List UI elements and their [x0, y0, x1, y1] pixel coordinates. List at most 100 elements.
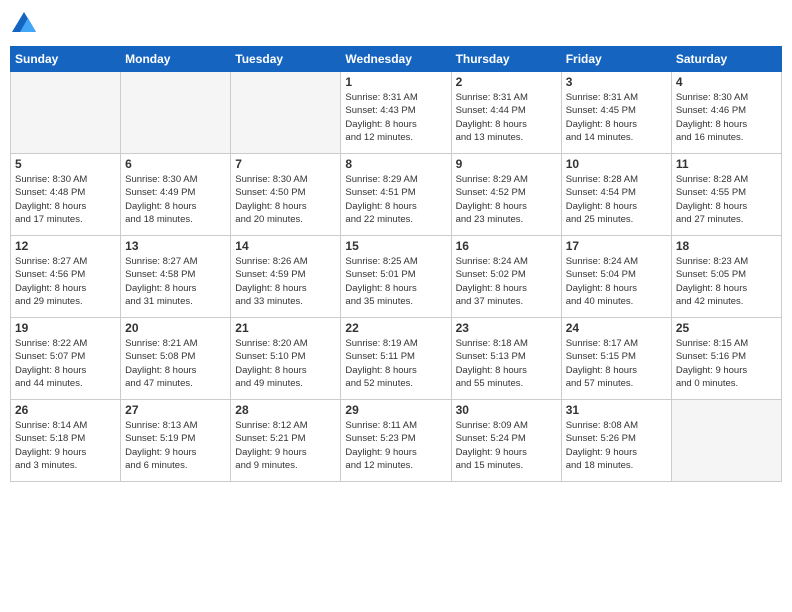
day-number: 22 — [345, 321, 446, 335]
table-row: 25Sunrise: 8:15 AM Sunset: 5:16 PM Dayli… — [671, 318, 781, 400]
table-row: 22 Sunrise: 8:19 AM Sunset: 5:11 PM Dayli… — [341, 318, 451, 400]
weekday-header: Wednesday — [341, 47, 451, 72]
day-info: Sunrise: 8:25 AM Sunset: 5:01 PM Dayligh… — [345, 255, 446, 308]
day-info: Sunrise: 8:08 AM Sunset: 5:26 PM Dayligh… — [566, 419, 667, 472]
day-number: 21 — [235, 321, 336, 335]
table-row: 9 Sunrise: 8:29 AM Sunset: 4:52 PM Daylig… — [451, 154, 561, 236]
day-number: 2 — [456, 75, 557, 89]
day-info: Sunrise: 8:29 AM Sunset: 4:52 PM Dayligh… — [456, 173, 557, 226]
day-number: 23 — [456, 321, 557, 335]
day-info: Sunrise: 8:14 AM Sunset: 5:18 PM Dayligh… — [15, 419, 116, 472]
day-info: Sunrise: 8:11 AM Sunset: 5:23 PM Dayligh… — [345, 419, 446, 472]
day-number: 13 — [125, 239, 226, 253]
weekday-header: Tuesday — [231, 47, 341, 72]
table-row: 3 Sunrise: 8:31 AM Sunset: 4:45 PM Daylig… — [561, 72, 671, 154]
day-info: Sunrise: 8:31 AM Sunset: 4:45 PM Dayligh… — [566, 91, 667, 144]
logo — [10, 10, 42, 38]
logo-icon — [10, 10, 38, 38]
table-row: 5Sunrise: 8:30 AM Sunset: 4:48 PM Daylig… — [11, 154, 121, 236]
day-info: Sunrise: 8:31 AM Sunset: 4:44 PM Dayligh… — [456, 91, 557, 144]
table-row — [671, 400, 781, 482]
table-row: 30Sunrise: 8:09 AM Sunset: 5:24 PM Dayli… — [451, 400, 561, 482]
day-info: Sunrise: 8:31 AM Sunset: 4:43 PM Dayligh… — [345, 91, 446, 144]
table-row: 27 Sunrise: 8:13 AM Sunset: 5:19 PM Dayli… — [121, 400, 231, 482]
weekday-header: Friday — [561, 47, 671, 72]
day-number: 7 — [235, 157, 336, 171]
day-number: 17 — [566, 239, 667, 253]
table-row: 19 Sunrise: 8:22 AM Sunset: 5:07 PM Dayli… — [11, 318, 121, 400]
table-row: 28Sunrise: 8:12 AM Sunset: 5:21 PM Dayli… — [231, 400, 341, 482]
table-row: 15Sunrise: 8:25 AM Sunset: 5:01 PM Dayli… — [341, 236, 451, 318]
day-number: 5 — [15, 157, 116, 171]
table-row: 21 Sunrise: 8:20 AM Sunset: 5:10 PM Dayli… — [231, 318, 341, 400]
day-number: 10 — [566, 157, 667, 171]
day-info: Sunrise: 8:21 AM Sunset: 5:08 PM Dayligh… — [125, 337, 226, 390]
day-info: Sunrise: 8:18 AM Sunset: 5:13 PM Dayligh… — [456, 337, 557, 390]
day-number: 19 — [15, 321, 116, 335]
table-row: 16 Sunrise: 8:24 AM Sunset: 5:02 PM Dayli… — [451, 236, 561, 318]
day-number: 31 — [566, 403, 667, 417]
day-number: 18 — [676, 239, 777, 253]
table-row: 31 Sunrise: 8:08 AM Sunset: 5:26 PM Dayli… — [561, 400, 671, 482]
day-number: 25 — [676, 321, 777, 335]
weekday-header: Thursday — [451, 47, 561, 72]
day-number: 12 — [15, 239, 116, 253]
calendar-table: SundayMondayTuesdayWednesdayThursdayFrid… — [10, 46, 782, 482]
table-row: 24 Sunrise: 8:17 AM Sunset: 5:15 PM Dayli… — [561, 318, 671, 400]
day-info: Sunrise: 8:17 AM Sunset: 5:15 PM Dayligh… — [566, 337, 667, 390]
table-row: 12Sunrise: 8:27 AM Sunset: 4:56 PM Dayli… — [11, 236, 121, 318]
table-row: 4 Sunrise: 8:30 AM Sunset: 4:46 PM Daylig… — [671, 72, 781, 154]
day-info: Sunrise: 8:22 AM Sunset: 5:07 PM Dayligh… — [15, 337, 116, 390]
table-row — [11, 72, 121, 154]
day-number: 3 — [566, 75, 667, 89]
weekday-header: Sunday — [11, 47, 121, 72]
day-number: 4 — [676, 75, 777, 89]
table-row: 13 Sunrise: 8:27 AM Sunset: 4:58 PM Dayli… — [121, 236, 231, 318]
day-info: Sunrise: 8:19 AM Sunset: 5:11 PM Dayligh… — [345, 337, 446, 390]
table-row: 17 Sunrise: 8:24 AM Sunset: 5:04 PM Dayli… — [561, 236, 671, 318]
day-number: 28 — [235, 403, 336, 417]
table-row — [121, 72, 231, 154]
day-info: Sunrise: 8:30 AM Sunset: 4:46 PM Dayligh… — [676, 91, 777, 144]
day-number: 14 — [235, 239, 336, 253]
table-row: 2 Sunrise: 8:31 AM Sunset: 4:44 PM Daylig… — [451, 72, 561, 154]
table-row — [231, 72, 341, 154]
calendar-week-row: 19 Sunrise: 8:22 AM Sunset: 5:07 PM Dayli… — [11, 318, 782, 400]
table-row: 8Sunrise: 8:29 AM Sunset: 4:51 PM Daylig… — [341, 154, 451, 236]
calendar-week-row: 5Sunrise: 8:30 AM Sunset: 4:48 PM Daylig… — [11, 154, 782, 236]
table-row: 29 Sunrise: 8:11 AM Sunset: 5:23 PM Dayli… — [341, 400, 451, 482]
calendar-page: SundayMondayTuesdayWednesdayThursdayFrid… — [0, 0, 792, 612]
calendar-week-row: 1Sunrise: 8:31 AM Sunset: 4:43 PM Daylig… — [11, 72, 782, 154]
day-info: Sunrise: 8:26 AM Sunset: 4:59 PM Dayligh… — [235, 255, 336, 308]
table-row: 20Sunrise: 8:21 AM Sunset: 5:08 PM Dayli… — [121, 318, 231, 400]
table-row: 23 Sunrise: 8:18 AM Sunset: 5:13 PM Dayli… — [451, 318, 561, 400]
calendar-header-row: SundayMondayTuesdayWednesdayThursdayFrid… — [11, 47, 782, 72]
weekday-header: Saturday — [671, 47, 781, 72]
day-info: Sunrise: 8:30 AM Sunset: 4:49 PM Dayligh… — [125, 173, 226, 226]
day-info: Sunrise: 8:28 AM Sunset: 4:55 PM Dayligh… — [676, 173, 777, 226]
header — [10, 10, 782, 38]
day-number: 8 — [345, 157, 446, 171]
day-number: 11 — [676, 157, 777, 171]
day-info: Sunrise: 8:24 AM Sunset: 5:04 PM Dayligh… — [566, 255, 667, 308]
day-info: Sunrise: 8:20 AM Sunset: 5:10 PM Dayligh… — [235, 337, 336, 390]
day-info: Sunrise: 8:13 AM Sunset: 5:19 PM Dayligh… — [125, 419, 226, 472]
table-row: 18 Sunrise: 8:23 AM Sunset: 5:05 PM Dayli… — [671, 236, 781, 318]
table-row: 7 Sunrise: 8:30 AM Sunset: 4:50 PM Daylig… — [231, 154, 341, 236]
day-number: 26 — [15, 403, 116, 417]
day-number: 29 — [345, 403, 446, 417]
calendar-week-row: 12Sunrise: 8:27 AM Sunset: 4:56 PM Dayli… — [11, 236, 782, 318]
table-row: 1Sunrise: 8:31 AM Sunset: 4:43 PM Daylig… — [341, 72, 451, 154]
day-number: 16 — [456, 239, 557, 253]
table-row: 10Sunrise: 8:28 AM Sunset: 4:54 PM Dayli… — [561, 154, 671, 236]
calendar-week-row: 26 Sunrise: 8:14 AM Sunset: 5:18 PM Dayli… — [11, 400, 782, 482]
day-number: 9 — [456, 157, 557, 171]
day-number: 24 — [566, 321, 667, 335]
day-info: Sunrise: 8:09 AM Sunset: 5:24 PM Dayligh… — [456, 419, 557, 472]
day-info: Sunrise: 8:27 AM Sunset: 4:58 PM Dayligh… — [125, 255, 226, 308]
day-info: Sunrise: 8:24 AM Sunset: 5:02 PM Dayligh… — [456, 255, 557, 308]
day-info: Sunrise: 8:23 AM Sunset: 5:05 PM Dayligh… — [676, 255, 777, 308]
day-number: 27 — [125, 403, 226, 417]
table-row: 11 Sunrise: 8:28 AM Sunset: 4:55 PM Dayli… — [671, 154, 781, 236]
day-info: Sunrise: 8:30 AM Sunset: 4:50 PM Dayligh… — [235, 173, 336, 226]
